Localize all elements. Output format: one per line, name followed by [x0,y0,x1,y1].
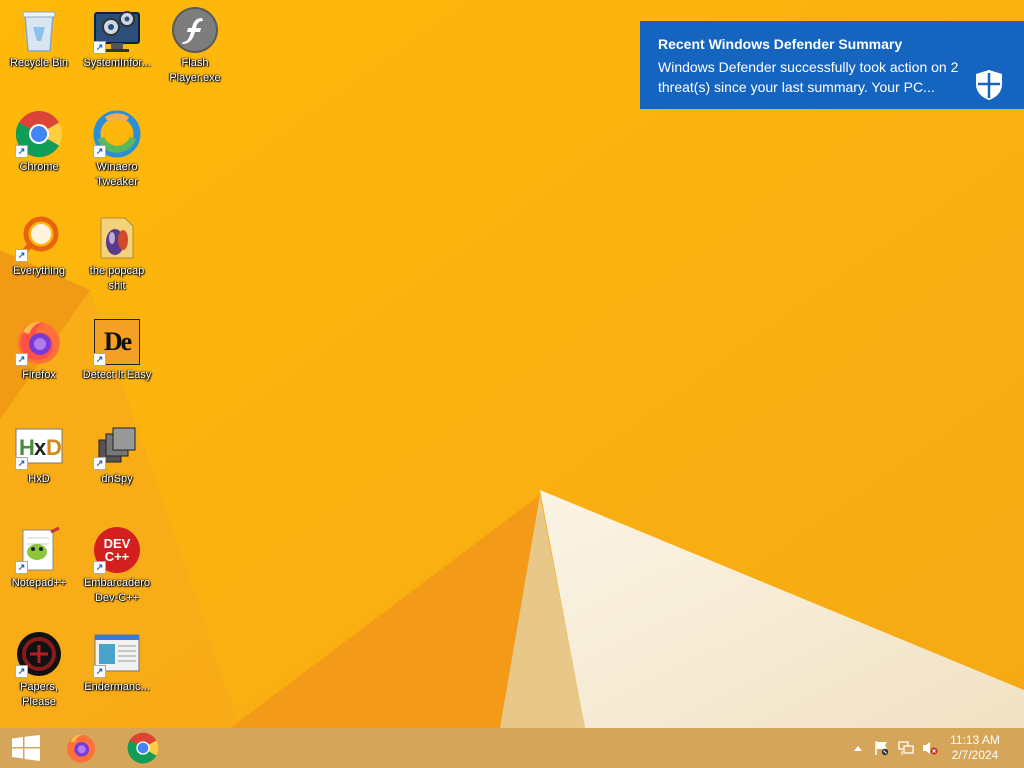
network-tray-icon[interactable] [898,740,914,756]
desktop-icon-label: Recycle Bin [9,57,69,69]
shortcut-arrow-icon: ↗ [93,665,106,678]
desktop-icon-chrome[interactable]: ↗ Chrome [0,110,78,175]
desktop-icon-label: Embarcadero Dev-C++ [83,577,151,604]
windows-logo-icon [12,735,40,761]
flash-player-icon [171,6,219,54]
network-icon [898,741,914,755]
desktop-icon-label: the popcap shit [89,265,145,292]
desktop-icon-everything[interactable]: ↗ Everything [0,214,78,279]
desktop-icon-label: Everything [13,265,65,277]
action-center-tray-icon[interactable] [874,740,890,756]
desktop-icon-label: SystemInfor... [83,57,151,69]
shortcut-arrow-icon: ↗ [93,41,106,54]
desktop-icon-winaero-tweaker[interactable]: ↗ Winaero Tweaker [78,110,156,190]
dnspy-icon: ↗ [93,422,141,470]
shortcut-arrow-icon: ↗ [15,457,28,470]
detect-it-easy-icon-text: De [103,327,132,356]
desktop-icon-dev-cpp[interactable]: DEV C++ ↗ Embarcadero Dev-C++ [78,526,156,606]
desktop-icon-hxd[interactable]: H x D ↗ HxD [0,422,78,487]
desktop-icon-label: dnSpy [101,473,133,485]
windows-defender-shield-icon [974,69,1004,101]
desktop-icon-label: Winaero Tweaker [96,161,138,188]
recycle-bin-icon [15,6,63,54]
taskbar-firefox-button[interactable] [55,728,107,768]
folder-icon [93,214,141,262]
detect-it-easy-icon: De ↗ [93,318,141,366]
taskbar-clock[interactable]: 11:13 AM 2/7/2024 [944,733,1006,763]
hxd-icon: H x D ↗ [15,422,63,470]
shortcut-arrow-icon: ↗ [15,665,28,678]
desktop-icon-label: Endermanc... [84,681,150,693]
shortcut-arrow-icon: ↗ [93,561,106,574]
desktop-icon-recycle-bin[interactable]: Recycle Bin [0,6,78,71]
shortcut-arrow-icon: ↗ [93,145,106,158]
desktop-icon-endermanch[interactable]: ↗ Endermanc... [78,630,156,695]
volume-tray-icon[interactable] [922,740,938,756]
desktop-icon-notepad-plus-plus[interactable]: ↗ Notepad++ [0,526,78,591]
desktop-icon-detect-it-easy[interactable]: De ↗ Detect It Easy [78,318,156,383]
winaero-tweaker-icon: ↗ [93,110,141,158]
volume-muted-icon [923,742,938,755]
firefox-icon: ↗ [15,318,63,366]
shortcut-arrow-icon: ↗ [93,457,106,470]
desktop-icon-label: Firefox [22,369,56,381]
notification-title: Recent Windows Defender Summary [658,36,903,52]
papers-please-icon: ↗ [15,630,63,678]
desktop-icon-label: HxD [28,473,50,485]
defender-notification-toast[interactable]: Recent Windows Defender Summary Windows … [640,21,1024,109]
start-button[interactable] [4,728,48,768]
notepad-plus-plus-icon: ↗ [15,526,63,574]
flag-icon [875,741,889,756]
chrome-icon: ↗ [15,110,63,158]
desktop-icon-label: Notepad++ [11,577,67,589]
desktop-icon-dnspy[interactable]: ↗ dnSpy [78,422,156,487]
endermanch-icon: ↗ [93,630,141,678]
desktop-icon-label: Detect It Easy [82,369,152,381]
shortcut-arrow-icon: ↗ [15,145,28,158]
desktop-icon-popcap-folder[interactable]: the popcap shit [78,214,156,294]
desktop-icon-systeminformer[interactable]: ↗ SystemInfor... [78,6,156,71]
everything-search-icon: ↗ [15,214,63,262]
shortcut-arrow-icon: ↗ [15,561,28,574]
clock-date: 2/7/2024 [951,748,999,762]
shortcut-arrow-icon: ↗ [93,353,106,366]
system-information-icon: ↗ [93,6,141,54]
dev-cpp-icon-text: DEV C++ [103,536,131,564]
desktop-icon-firefox[interactable]: ↗ Firefox [0,318,78,383]
clock-time: 11:13 AM [950,733,1000,747]
firefox-icon [67,734,95,763]
desktop-icon-label: Chrome [19,161,59,173]
shortcut-arrow-icon: ↗ [15,353,28,366]
svg-text:D: D [46,435,62,460]
taskbar: 11:13 AM 2/7/2024 [0,728,1024,768]
chrome-icon [127,732,159,764]
desktop-icon-papers-please[interactable]: ↗ Papers, Please [0,630,78,710]
show-hidden-icons-button[interactable] [850,740,866,756]
notification-body: Windows Defender successfully took actio… [658,59,959,95]
desktop-icon-label: Flash Player.exe [169,57,221,84]
desktop-icon-label: Papers, Please [20,681,58,708]
desktop-icon-grid: Recycle Bin ↗ SystemInfor... Flash Playe… [0,0,240,728]
chevron-up-icon [854,746,862,751]
shortcut-arrow-icon: ↗ [15,249,28,262]
dev-cpp-icon: DEV C++ ↗ [93,526,141,574]
desktop-icon-flash-player[interactable]: Flash Player.exe [156,6,234,86]
taskbar-chrome-button[interactable] [117,728,169,768]
